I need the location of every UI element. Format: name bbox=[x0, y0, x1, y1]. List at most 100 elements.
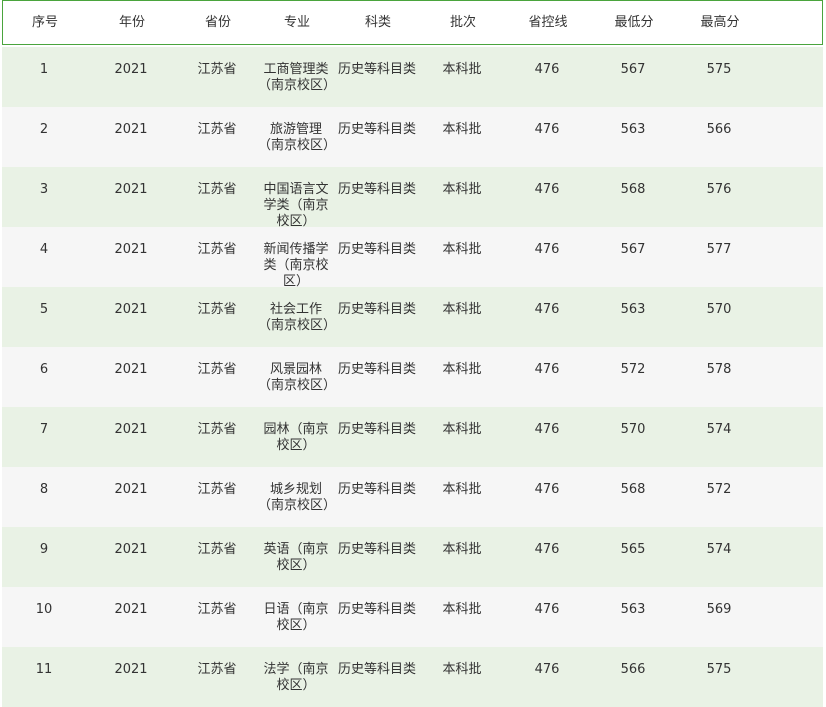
header-major: 专业 bbox=[283, 15, 310, 30]
cell-min-score: 572 bbox=[620, 362, 646, 377]
cell-control-line: 476 bbox=[534, 302, 560, 317]
cell-major: 日语（南京校区） bbox=[263, 602, 329, 633]
header-index: 序号 bbox=[31, 15, 58, 30]
cell-max-score: 570 bbox=[706, 302, 732, 317]
cell-batch: 本科批 bbox=[442, 362, 482, 377]
cell-year: 2021 bbox=[114, 482, 148, 497]
cell-max-score: 575 bbox=[706, 662, 732, 677]
cell-control-line: 476 bbox=[534, 122, 560, 137]
cell-year: 2021 bbox=[114, 182, 148, 197]
cell-batch: 本科批 bbox=[442, 662, 482, 677]
table-row: 9 2021 江苏省 英语（南京校区） 历史等科目类 本科批 476 565 5… bbox=[2, 527, 823, 587]
cell-subject-type: 历史等科目类 bbox=[337, 662, 416, 677]
cell-index: 3 bbox=[39, 182, 49, 197]
cell-min-score: 567 bbox=[620, 62, 646, 77]
header-subject-type: 科类 bbox=[364, 15, 391, 30]
cell-province: 江苏省 bbox=[197, 602, 237, 617]
cell-subject-type: 历史等科目类 bbox=[337, 302, 416, 317]
cell-major: 中国语言文学类（南京校区） bbox=[263, 182, 329, 229]
cell-subject-type: 历史等科目类 bbox=[337, 362, 416, 377]
table-row: 7 2021 江苏省 园林（南京校区） 历史等科目类 本科批 476 570 5… bbox=[2, 407, 823, 467]
header-min-score: 最低分 bbox=[614, 15, 654, 30]
cell-subject-type: 历史等科目类 bbox=[337, 62, 416, 77]
cell-max-score: 577 bbox=[706, 242, 732, 257]
cell-min-score: 566 bbox=[620, 662, 646, 677]
cell-index: 4 bbox=[39, 242, 49, 257]
cell-index: 6 bbox=[39, 362, 49, 377]
cell-max-score: 574 bbox=[706, 422, 732, 437]
cell-batch: 本科批 bbox=[442, 302, 482, 317]
cell-batch: 本科批 bbox=[442, 62, 482, 77]
table-row: 5 2021 江苏省 社会工作（南京校区） 历史等科目类 本科批 476 563… bbox=[2, 287, 823, 347]
cell-major: 旅游管理（南京校区） bbox=[258, 122, 337, 153]
cell-year: 2021 bbox=[114, 662, 148, 677]
cell-year: 2021 bbox=[114, 62, 148, 77]
cell-year: 2021 bbox=[114, 542, 148, 557]
cell-control-line: 476 bbox=[534, 422, 560, 437]
cell-min-score: 570 bbox=[620, 422, 646, 437]
table-row: 3 2021 江苏省 中国语言文学类（南京校区） 历史等科目类 本科批 476 … bbox=[2, 167, 823, 229]
cell-province: 江苏省 bbox=[197, 362, 237, 377]
cell-batch: 本科批 bbox=[442, 242, 482, 257]
table-header: 序号 年份 省份 专业 科类 批次 省控线 最低分 最高分 bbox=[2, 0, 823, 45]
cell-index: 2 bbox=[39, 122, 49, 137]
cell-year: 2021 bbox=[114, 122, 148, 137]
cell-control-line: 476 bbox=[534, 602, 560, 617]
cell-index: 1 bbox=[39, 62, 49, 77]
cell-batch: 本科批 bbox=[442, 482, 482, 497]
cell-batch: 本科批 bbox=[442, 182, 482, 197]
cell-max-score: 574 bbox=[706, 542, 732, 557]
cell-province: 江苏省 bbox=[197, 182, 237, 197]
table-row: 2 2021 江苏省 旅游管理（南京校区） 历史等科目类 本科批 476 563… bbox=[2, 107, 823, 167]
cell-year: 2021 bbox=[114, 602, 148, 617]
cell-max-score: 576 bbox=[706, 182, 732, 197]
cell-control-line: 476 bbox=[534, 542, 560, 557]
cell-index: 5 bbox=[39, 302, 49, 317]
cell-batch: 本科批 bbox=[442, 122, 482, 137]
cell-batch: 本科批 bbox=[442, 542, 482, 557]
cell-province: 江苏省 bbox=[197, 422, 237, 437]
cell-subject-type: 历史等科目类 bbox=[337, 182, 416, 197]
table-row: 6 2021 江苏省 风景园林（南京校区） 历史等科目类 本科批 476 572… bbox=[2, 347, 823, 407]
cell-index: 10 bbox=[35, 602, 53, 617]
table-row: 4 2021 江苏省 新闻传播学类（南京校区） 历史等科目类 本科批 476 5… bbox=[2, 227, 823, 289]
cell-subject-type: 历史等科目类 bbox=[337, 122, 416, 137]
cell-major: 园林（南京校区） bbox=[263, 422, 329, 453]
cell-min-score: 568 bbox=[620, 482, 646, 497]
cell-province: 江苏省 bbox=[197, 662, 237, 677]
cell-batch: 本科批 bbox=[442, 602, 482, 617]
cell-control-line: 476 bbox=[534, 662, 560, 677]
cell-major: 社会工作（南京校区） bbox=[258, 302, 337, 333]
cell-province: 江苏省 bbox=[197, 122, 237, 137]
header-max-score: 最高分 bbox=[700, 15, 740, 30]
cell-min-score: 565 bbox=[620, 542, 646, 557]
cell-min-score: 567 bbox=[620, 242, 646, 257]
table-row: 8 2021 江苏省 城乡规划（南京校区） 历史等科目类 本科批 476 568… bbox=[2, 467, 823, 527]
cell-province: 江苏省 bbox=[197, 242, 237, 257]
cell-index: 7 bbox=[39, 422, 49, 437]
cell-year: 2021 bbox=[114, 422, 148, 437]
header-province: 省份 bbox=[204, 15, 231, 30]
cell-province: 江苏省 bbox=[197, 542, 237, 557]
cell-major: 法学（南京校区） bbox=[263, 662, 329, 693]
cell-province: 江苏省 bbox=[197, 302, 237, 317]
header-year: 年份 bbox=[118, 15, 145, 30]
cell-province: 江苏省 bbox=[197, 62, 237, 77]
table-row: 1 2021 江苏省 工商管理类（南京校区） 历史等科目类 本科批 476 56… bbox=[2, 47, 823, 107]
cell-subject-type: 历史等科目类 bbox=[337, 422, 416, 437]
table-row: 10 2021 江苏省 日语（南京校区） 历史等科目类 本科批 476 563 … bbox=[2, 587, 823, 647]
cell-control-line: 476 bbox=[534, 62, 560, 77]
cell-max-score: 575 bbox=[706, 62, 732, 77]
cell-year: 2021 bbox=[114, 302, 148, 317]
cell-major: 新闻传播学类（南京校区） bbox=[263, 242, 329, 289]
cell-max-score: 572 bbox=[706, 482, 732, 497]
cell-major: 风景园林（南京校区） bbox=[258, 362, 337, 393]
cell-major: 城乡规划（南京校区） bbox=[258, 482, 337, 513]
cell-max-score: 578 bbox=[706, 362, 732, 377]
cell-index: 11 bbox=[35, 662, 53, 677]
cell-control-line: 476 bbox=[534, 182, 560, 197]
header-control-line: 省控线 bbox=[528, 15, 568, 30]
cell-max-score: 566 bbox=[706, 122, 732, 137]
cell-subject-type: 历史等科目类 bbox=[337, 242, 416, 257]
cell-min-score: 568 bbox=[620, 182, 646, 197]
